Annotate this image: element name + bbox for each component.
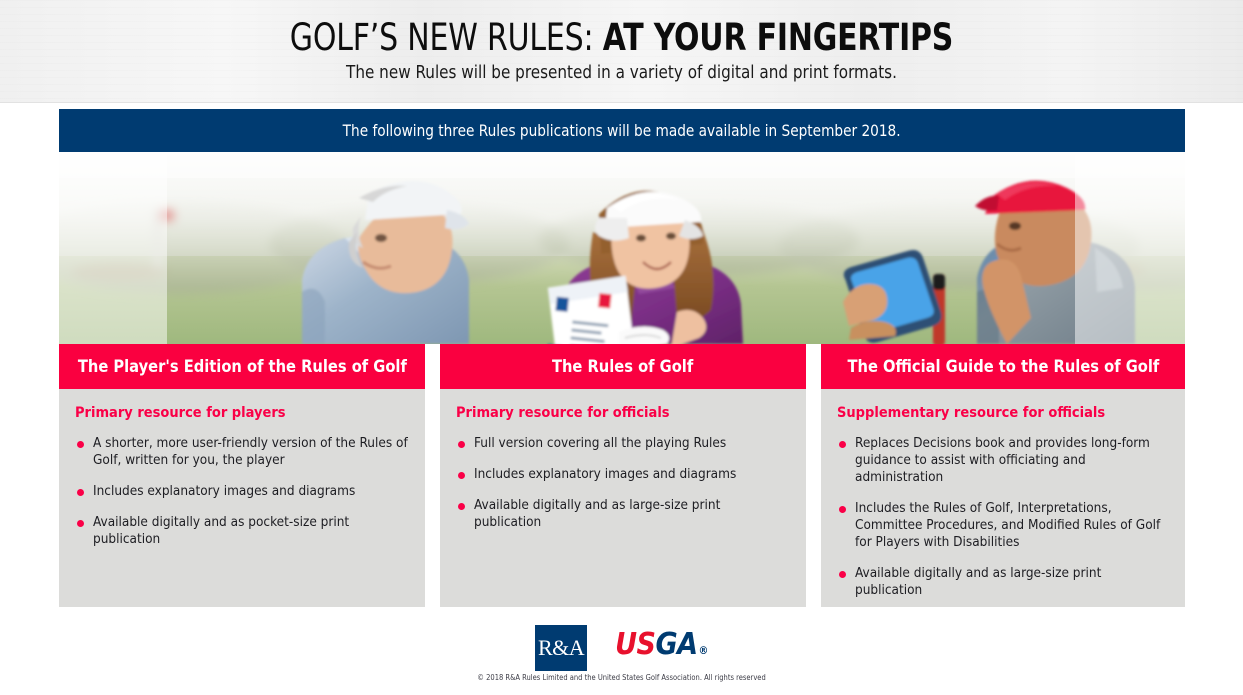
page-subtitle: The new Rules will be presented in a var… xyxy=(346,62,897,83)
publication-feature-list: Full version covering all the playing Ru… xyxy=(456,435,790,531)
copyright-notice: © 2018 R&A Rules Limited and the United … xyxy=(477,673,766,682)
publication-card-header: The Official Guide to the Rules of Golf xyxy=(821,344,1185,389)
usga-logo-ga: GA xyxy=(655,627,698,662)
publication-subheading: Primary resource for officials xyxy=(456,405,670,421)
list-item: Includes explanatory images and diagrams xyxy=(456,466,790,483)
golfers-photo-illustration xyxy=(59,152,1185,344)
list-item: Available digitally and as pocket-size p… xyxy=(75,514,409,548)
publication-title: The Official Guide to the Rules of Golf xyxy=(847,356,1159,377)
list-item: Full version covering all the playing Ru… xyxy=(456,435,790,452)
announcement-banner-text: The following three Rules publications w… xyxy=(343,120,901,140)
publication-card-header: The Rules of Golf xyxy=(440,344,806,389)
publication-subheading: Primary resource for players xyxy=(75,405,286,421)
randa-logo: R&A xyxy=(535,625,588,671)
page-title: GOLF’S NEW RULES: AT YOUR FINGERTIPS xyxy=(62,16,1181,60)
page-header: GOLF’S NEW RULES: AT YOUR FINGERTIPS The… xyxy=(0,0,1243,103)
publication-card-body: Supplementary resource for officials Rep… xyxy=(821,389,1185,599)
usga-logo-registered-icon: ® xyxy=(698,644,709,657)
publication-card-rules-of-golf: The Rules of Golf Primary resource for o… xyxy=(440,344,806,607)
publication-feature-list: Replaces Decisions book and provides lon… xyxy=(837,435,1169,599)
publication-card-body: Primary resource for officials Full vers… xyxy=(440,389,806,531)
publication-card-header: The Player's Edition of the Rules of Gol… xyxy=(59,344,425,389)
list-item: Available digitally and as large-size pr… xyxy=(837,565,1169,599)
randa-logo-text: R&A xyxy=(538,635,585,660)
infographic-page: GOLF’S NEW RULES: AT YOUR FINGERTIPS The… xyxy=(0,0,1243,695)
publication-card-body: Primary resource for players A shorter, … xyxy=(59,389,425,548)
list-item: Available digitally and as large-size pr… xyxy=(456,497,790,531)
golfers-photo xyxy=(59,152,1185,344)
announcement-banner: The following three Rules publications w… xyxy=(59,109,1185,152)
publication-title: The Player's Edition of the Rules of Gol… xyxy=(77,356,407,377)
publication-title: The Rules of Golf xyxy=(552,356,694,377)
publication-feature-list: A shorter, more user-friendly version of… xyxy=(75,435,409,548)
list-item: Includes explanatory images and diagrams xyxy=(75,483,409,500)
publication-subheading: Supplementary resource for officials xyxy=(837,405,1106,421)
list-item: Replaces Decisions book and provides lon… xyxy=(837,435,1169,486)
usga-logo: US GA ® xyxy=(615,629,708,667)
footer-logos: R&A US GA ® xyxy=(0,625,1243,671)
publication-card-players-edition: The Player's Edition of the Rules of Gol… xyxy=(59,344,425,607)
usga-logo-us: US xyxy=(615,627,656,662)
page-footer: R&A US GA ® © 2018 R&A Rules Limited and t… xyxy=(0,620,1243,695)
list-item: Includes the Rules of Golf, Interpretati… xyxy=(837,500,1169,551)
page-title-bold: AT YOUR FINGERTIPS xyxy=(602,16,954,59)
list-item: A shorter, more user-friendly version of… xyxy=(75,435,409,469)
page-title-light: GOLF’S NEW RULES: xyxy=(289,16,603,59)
publication-card-official-guide: The Official Guide to the Rules of Golf … xyxy=(821,344,1185,607)
